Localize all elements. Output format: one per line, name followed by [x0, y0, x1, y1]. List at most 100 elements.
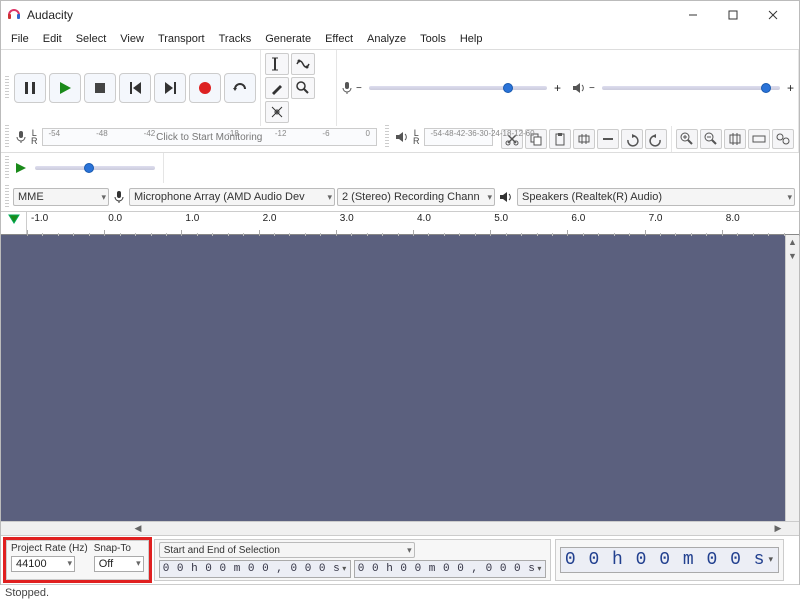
menu-view[interactable]: View — [114, 31, 150, 47]
paste-button[interactable] — [549, 129, 571, 149]
window-close-button[interactable] — [753, 1, 793, 29]
window-minimize-button[interactable] — [673, 1, 713, 29]
rec-volume-slider[interactable] — [369, 86, 547, 90]
speaker-icon — [499, 191, 513, 203]
speaker-icon — [395, 131, 409, 143]
rec-vol-toolbar: − + − + — [337, 50, 799, 126]
app-logo-icon — [7, 8, 21, 22]
recording-meter[interactable]: -54-48-42-18-12-60 Click to Start Monito… — [42, 128, 378, 146]
ruler-tick-label: 3.0 — [340, 213, 354, 224]
status-bar: Stopped. — [1, 584, 799, 601]
toolbar-grip[interactable] — [385, 125, 389, 149]
menu-generate[interactable]: Generate — [259, 31, 317, 47]
selection-mode-select[interactable]: Start and End of Selection — [159, 542, 415, 558]
menu-tools[interactable]: Tools — [414, 31, 452, 47]
selection-end-field[interactable]: 0 0 h 0 0 m 0 0 , 0 0 0 s▾ — [354, 560, 546, 578]
envelope-tool-button[interactable] — [291, 53, 315, 75]
zoom-toggle-button[interactable] — [772, 129, 794, 149]
window-maximize-button[interactable] — [713, 1, 753, 29]
play-at-speed-button[interactable] — [14, 161, 28, 175]
loop-icon — [231, 79, 249, 97]
menu-effect[interactable]: Effect — [319, 31, 359, 47]
snap-to-label: Snap-To — [94, 543, 144, 554]
skip-end-icon — [161, 79, 179, 97]
record-button[interactable] — [189, 73, 221, 103]
status-text: Stopped. — [5, 587, 49, 599]
selection-start-field[interactable]: 0 0 h 0 0 m 0 0 , 0 0 0 s▾ — [159, 560, 351, 578]
horizontal-scrollbar[interactable]: ◀ ▶ — [1, 521, 799, 535]
menu-file[interactable]: File — [5, 31, 35, 47]
lr-label: LR — [31, 129, 38, 145]
zoom-sel-icon — [727, 131, 743, 147]
skip-start-button[interactable] — [119, 73, 151, 103]
recording-channels-select[interactable]: 2 (Stereo) Recording Chann — [337, 188, 495, 206]
zoom-icon — [295, 80, 311, 96]
audio-host-select[interactable]: MME — [13, 188, 109, 206]
loop-button[interactable] — [224, 73, 256, 103]
vertical-scrollbar[interactable]: ▲ ▼ — [785, 235, 799, 521]
undo-icon — [624, 131, 640, 147]
mic-icon — [341, 81, 353, 95]
menu-tracks[interactable]: Tracks — [213, 31, 258, 47]
menu-analyze[interactable]: Analyze — [361, 31, 412, 47]
draw-tool-button[interactable] — [265, 77, 289, 99]
zoom-in-icon — [679, 131, 695, 147]
toolbar-grip[interactable] — [5, 156, 9, 180]
zoom-toggle-icon — [775, 131, 791, 147]
audio-position-field[interactable]: 0 0 h 0 0 m 0 0 s▾ — [560, 547, 779, 573]
zoom-fit-button[interactable] — [748, 129, 770, 149]
window-titlebar: Audacity — [1, 1, 799, 29]
zoom-tool-button[interactable] — [291, 77, 315, 99]
ruler-tick-label: 6.0 — [571, 213, 585, 224]
skip-end-button[interactable] — [154, 73, 186, 103]
ruler-pin-area[interactable] — [1, 212, 27, 234]
menu-bar: FileEditSelectViewTransportTracksGenerat… — [1, 29, 799, 49]
play-icon — [56, 79, 74, 97]
menu-help[interactable]: Help — [454, 31, 489, 47]
redo-button[interactable] — [645, 129, 667, 149]
mic-icon — [113, 190, 125, 204]
project-rate-panel: Project Rate (Hz) 44100 Snap-To Off — [6, 540, 149, 580]
lr-label: LR — [413, 129, 420, 145]
audio-position-panel: 0 0 h 0 0 m 0 0 s▾ — [555, 539, 784, 581]
project-rate-select[interactable]: 44100 — [11, 556, 75, 572]
zoom-out-button[interactable] — [700, 129, 722, 149]
pause-button[interactable] — [14, 73, 46, 103]
snap-to-select[interactable]: Off — [94, 556, 144, 572]
paste-icon — [552, 131, 568, 147]
play-volume-slider[interactable] — [602, 86, 780, 90]
trim-button[interactable] — [573, 129, 595, 149]
playspeed-row — [1, 152, 799, 183]
multi-tool-button[interactable] — [265, 101, 289, 123]
undo-button[interactable] — [621, 129, 643, 149]
toolbar-grip[interactable] — [5, 76, 9, 100]
stop-button[interactable] — [84, 73, 116, 103]
silence-button[interactable] — [597, 129, 619, 149]
device-toolbar: MME Microphone Array (AMD Audio Dev 2 (S… — [1, 183, 799, 211]
playback-device-select[interactable]: Speakers (Realtek(R) Audio) — [517, 188, 795, 206]
ruler-tick-label: -1.0 — [31, 213, 48, 224]
timeline-ruler[interactable]: -1.00.01.02.03.04.05.06.07.08.09.0 — [1, 211, 799, 235]
recording-device-select[interactable]: Microphone Array (AMD Audio Dev — [129, 188, 335, 206]
zoom-in-button[interactable] — [676, 129, 698, 149]
playback-meter[interactable]: -54-48-42-36-30-24-18-12-60 — [424, 128, 494, 146]
toolbar-grip[interactable] — [5, 125, 9, 149]
tracks-canvas[interactable] — [1, 235, 785, 521]
ibeam-tool-button[interactable] — [265, 53, 289, 75]
selection-panel: Start and End of Selection 0 0 h 0 0 m 0… — [154, 539, 551, 581]
ruler-tick-label: 7.0 — [649, 213, 663, 224]
skip-start-icon — [126, 79, 144, 97]
multi-icon — [269, 104, 285, 120]
pause-icon — [21, 79, 39, 97]
toolbar-grip[interactable] — [5, 185, 9, 209]
play-head-icon — [8, 214, 20, 224]
menu-select[interactable]: Select — [70, 31, 113, 47]
play-speed-slider[interactable] — [35, 166, 155, 170]
mic-icon — [15, 130, 27, 144]
zoom-sel-button[interactable] — [724, 129, 746, 149]
menu-transport[interactable]: Transport — [152, 31, 211, 47]
play-button[interactable] — [49, 73, 81, 103]
zoom-toolbar — [672, 126, 799, 152]
silence-icon — [600, 131, 616, 147]
menu-edit[interactable]: Edit — [37, 31, 68, 47]
